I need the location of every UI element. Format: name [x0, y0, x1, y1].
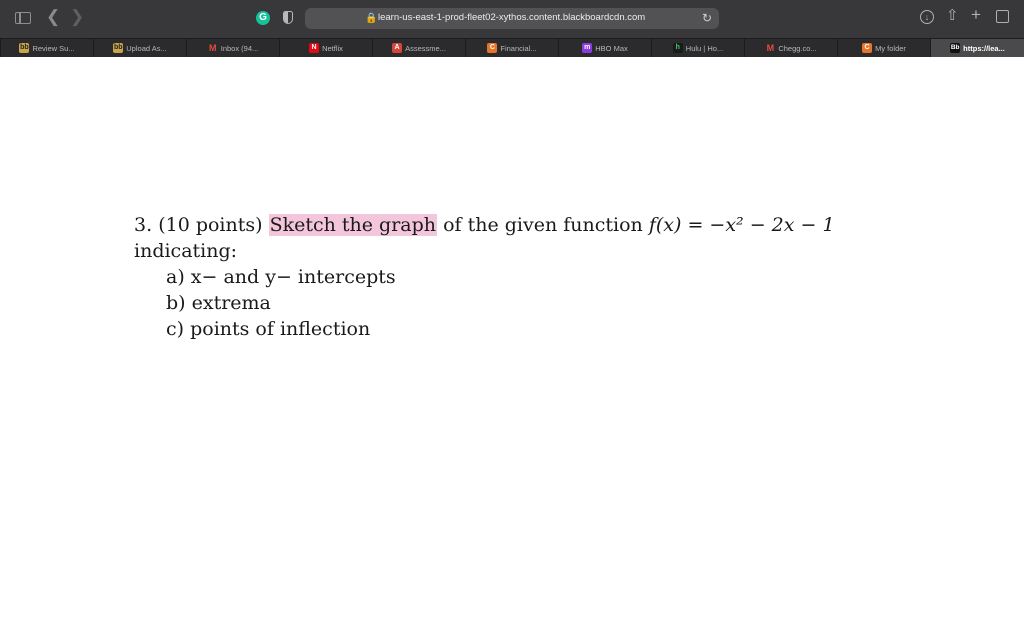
bookmark-blackboard-active[interactable]: Bb https://lea... [930, 39, 1024, 57]
grammarly-icon[interactable]: G [256, 11, 270, 25]
download-icon[interactable]: ↓ [920, 10, 934, 24]
bookmark-netflix[interactable]: N Netflix [279, 39, 372, 57]
bookmark-label: My folder [875, 43, 906, 53]
problem-document: 3. (10 points) Sketch the graph of the g… [134, 212, 894, 342]
indicating-label: indicating: [134, 240, 238, 262]
bookmark-inbox[interactable]: M Inbox (94... [186, 39, 279, 57]
bookmark-label: https://lea... [963, 43, 1005, 53]
privacy-shield-icon[interactable] [283, 11, 293, 24]
bookmark-label: Chegg.co... [778, 43, 817, 53]
bookmark-hbo[interactable]: m HBO Max [558, 39, 651, 57]
bookmark-review[interactable]: bb Review Su... [0, 39, 93, 57]
gmail-icon: M [766, 43, 775, 53]
lock-icon: 🔒 [365, 13, 378, 24]
bookmark-label: Inbox (94... [220, 43, 259, 53]
new-tab-icon[interactable]: + [971, 6, 981, 23]
blackboard-icon: bb [113, 43, 124, 53]
reload-icon[interactable]: ↻ [702, 11, 712, 25]
problem-statement: 3. (10 points) Sketch the graph of the g… [134, 212, 894, 238]
back-icon[interactable]: ❮ [46, 8, 60, 25]
blackboard-icon: bb [19, 43, 30, 53]
forward-icon[interactable]: ❯ [70, 8, 84, 25]
bookmark-chegg[interactable]: M Chegg.co... [744, 39, 837, 57]
browser-toolbar: ❮ ❯ G 🔒 learn-us-east-1-prod-fleet02-xyt… [0, 0, 1024, 38]
tab-overview-icon[interactable] [996, 10, 1009, 23]
netflix-icon: N [309, 43, 320, 53]
bookmark-assessment[interactable]: A Assessme... [372, 39, 465, 57]
chegg-c-icon: C [487, 43, 498, 53]
bookmarks-bar: bb Review Su... bb Upload As... M Inbox … [0, 38, 1024, 57]
list-item-inflection: c) points of inflection [166, 318, 371, 340]
bookmark-label: Review Su... [32, 43, 75, 53]
bookmark-label: Financial... [500, 43, 537, 53]
problem-points: (10 points) [158, 214, 263, 236]
problem-number: 3. [134, 214, 153, 236]
bookmark-label: Assessme... [405, 43, 446, 53]
blackboard-bb-icon: Bb [950, 43, 961, 53]
hbo-max-icon: m [582, 43, 593, 53]
bookmark-my-folder[interactable]: C My folder [837, 39, 930, 57]
bookmark-label: Netflix [322, 43, 343, 53]
sidebar-icon[interactable] [15, 12, 31, 24]
url-text[interactable]: learn-us-east-1-prod-fleet02-xythos.cont… [378, 12, 645, 23]
hulu-icon: h [672, 43, 683, 53]
assessment-icon: A [392, 43, 403, 53]
list-item-intercepts: a) x− and y− intercepts [166, 266, 396, 288]
highlighted-text: Sketch the graph [268, 214, 438, 236]
problem-text: of the given function [443, 214, 643, 236]
bookmark-label: HBO Max [595, 43, 628, 53]
bookmark-hulu[interactable]: h Hulu | Ho... [651, 39, 744, 57]
chegg-c-icon: C [862, 43, 873, 53]
bookmark-upload[interactable]: bb Upload As... [93, 39, 186, 57]
bookmark-label: Hulu | Ho... [685, 43, 724, 53]
function-formula: f(x) = −x² − 2x − 1 [648, 214, 835, 236]
bookmark-financial[interactable]: C Financial... [465, 39, 558, 57]
list-item-extrema: b) extrema [166, 292, 271, 314]
gmail-icon: M [208, 43, 217, 53]
share-icon[interactable]: ⇧ [946, 8, 959, 24]
address-bar[interactable]: 🔒 learn-us-east-1-prod-fleet02-xythos.co… [305, 8, 719, 29]
bookmark-label: Upload As... [126, 43, 167, 53]
